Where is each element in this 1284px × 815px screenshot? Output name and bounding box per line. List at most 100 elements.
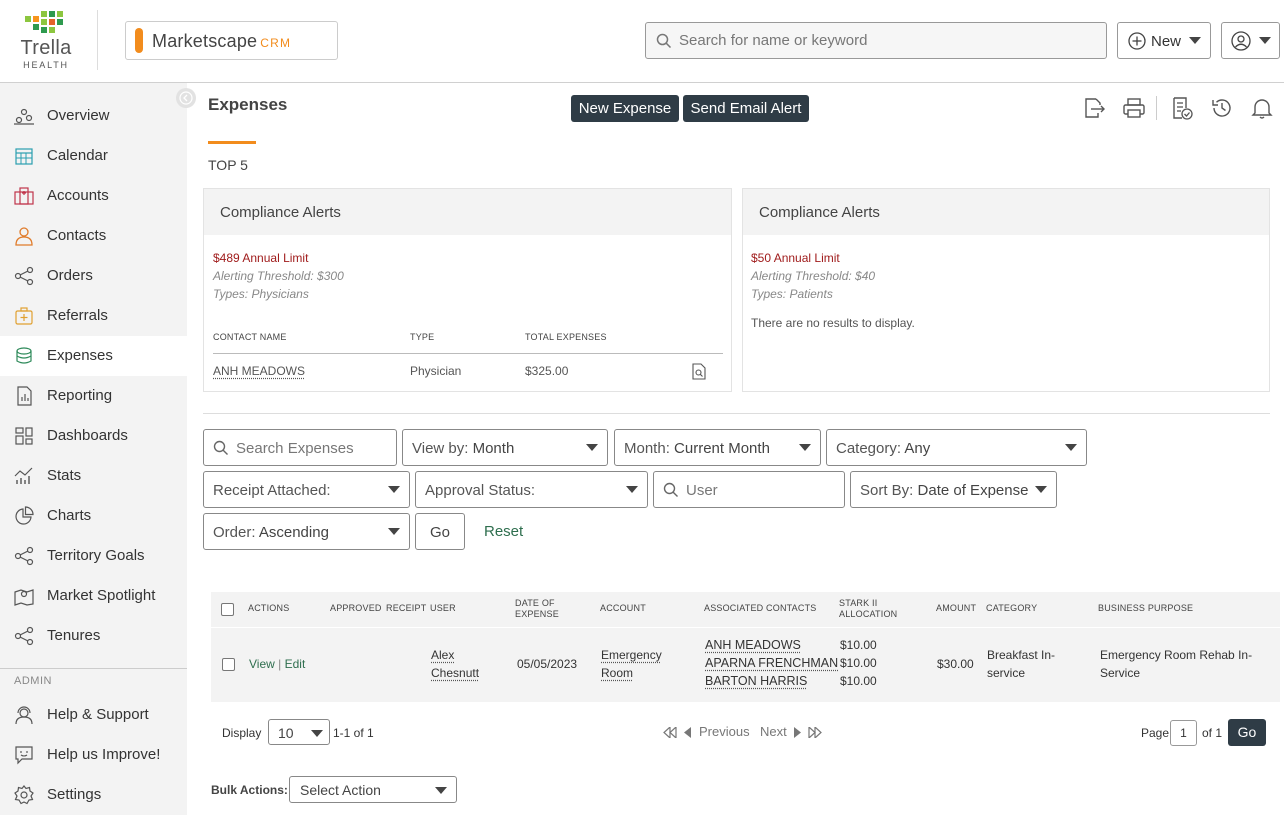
per-page-select[interactable]: 10 [268,719,330,745]
export-icon[interactable] [1082,96,1106,120]
sidebar-item-referrals[interactable]: Referrals [0,296,187,336]
sidebar-item-stats[interactable]: Stats [0,456,187,496]
global-search[interactable] [645,22,1107,59]
sidebar-item-settings[interactable]: Settings [0,775,187,815]
collapse-sidebar-button[interactable] [176,88,196,108]
feedback-icon [15,746,33,765]
associated-contact-link[interactable]: ANH MEADOWS [705,638,801,652]
sidebar-item-territory-goals[interactable]: Territory Goals [0,536,187,576]
per-page-value: 10 [278,725,294,741]
display-label: Display [222,726,262,740]
next-page-icon[interactable] [794,727,802,738]
header-divider [97,10,98,70]
toolbar-divider [1156,96,1157,120]
search-icon [213,440,228,455]
search-icon [663,482,678,497]
chevron-down-icon [1035,486,1047,493]
sidebar-item-orders[interactable]: Orders [0,256,187,296]
sidebar-item-help-support[interactable]: Help & Support [0,695,187,735]
view-by-value: Month [472,440,515,457]
view-link[interactable]: View [249,657,275,671]
reset-filters-link[interactable]: Reset [484,523,523,540]
sidebar-item-label: Overview [47,107,110,124]
sort-by-select[interactable]: Sort By: Date of Expense [850,471,1057,508]
associated-contact-link[interactable]: BARTON HARRIS [705,674,807,688]
sort-by-value: Date of Expense [917,482,1029,499]
sidebar-item-help-improve[interactable]: Help us Improve! [0,735,187,775]
column-header-approved: APPROVED [330,603,382,613]
sidebar-item-reporting[interactable]: Reporting [0,376,187,416]
sidebar-item-tenures[interactable]: Tenures [0,616,187,656]
sidebar-item-label: Contacts [47,227,107,244]
approval-checklist-icon[interactable] [1170,96,1194,120]
charts-icon [15,506,34,525]
search-icon [656,33,672,49]
account-line2: Room [601,666,634,680]
user-search-field[interactable]: User [653,471,845,508]
row-actions: View | Edit [249,655,305,673]
referrals-icon [15,307,33,325]
print-icon[interactable] [1122,96,1146,120]
sidebar-item-expenses[interactable]: Expenses [0,336,187,376]
product-brand[interactable]: Marketscape CRM [125,21,338,60]
previous-page-icon[interactable] [683,727,691,738]
new-button-label: New [1151,33,1182,50]
sidebar-item-market-spotlight[interactable]: Market Spotlight [0,576,187,616]
row-select-checkbox[interactable] [222,658,235,671]
category-select[interactable]: Category: Any [826,429,1087,466]
user-menu-button[interactable] [1221,22,1280,59]
go-to-page-button[interactable]: Go [1228,719,1266,746]
next-page-link[interactable]: Next [760,724,787,739]
sidebar-item-accounts[interactable]: Accounts [0,176,187,216]
action-separator: | [278,657,282,671]
view-document-icon[interactable] [692,363,706,380]
page-number-input[interactable]: 1 [1170,720,1197,746]
contact-total-expenses: $325.00 [525,364,569,378]
column-header-date-line1: DATE OF [515,598,555,608]
first-page-icon[interactable] [663,727,677,738]
search-expenses-field[interactable]: Search Expenses [203,429,397,466]
associated-contact-link[interactable]: APARNA FRENCHMAN [705,656,838,670]
edit-link[interactable]: Edit [285,657,306,671]
new-expense-button[interactable]: New Expense [571,95,679,122]
sidebar-item-overview[interactable]: Overview [0,96,187,136]
select-all-checkbox[interactable] [221,603,234,616]
row-user[interactable]: Alex Chesnutt [431,646,479,682]
history-icon[interactable] [1210,96,1234,120]
trella-logo[interactable]: Trella HEALTH [14,11,78,71]
sidebar-item-contacts[interactable]: Contacts [0,216,187,256]
orders-icon [14,266,34,286]
previous-page-link[interactable]: Previous [699,724,750,739]
view-by-select[interactable]: View by: Month [402,429,608,466]
sidebar-item-label: Orders [47,267,93,284]
chevron-down-icon [435,787,447,794]
brand-bar-icon [135,28,143,53]
result-range: 1-1 of 1 [333,726,374,740]
territory-goals-icon [14,546,34,566]
sidebar-item-calendar[interactable]: Calendar [0,136,187,176]
apply-filters-go-button[interactable]: Go [415,513,465,550]
send-email-alert-button[interactable]: Send Email Alert [683,95,809,122]
month-select[interactable]: Month: Current Month [614,429,821,466]
stark-allocation-value: $10.00 [840,656,877,670]
sidebar-item-label: Accounts [47,187,109,204]
page-label: Page [1141,726,1170,740]
user-placeholder: User [686,482,718,499]
last-page-icon[interactable] [808,727,822,738]
receipt-attached-select[interactable]: Receipt Attached: [203,471,410,508]
bulk-actions-select[interactable]: Select Action [289,776,457,803]
notifications-bell-icon[interactable] [1250,96,1274,120]
compliance-alert-card: Compliance Alerts $50 Annual Limit Alert… [742,188,1270,392]
sidebar-item-dashboards[interactable]: Dashboards [0,416,187,456]
column-header-category: CATEGORY [986,603,1038,613]
month-value: Current Month [674,440,770,457]
contact-name-link[interactable]: ANH MEADOWS [213,364,305,378]
approval-status-select[interactable]: Approval Status: [415,471,648,508]
tab-top5[interactable]: TOP 5 [208,157,248,173]
sidebar-item-charts[interactable]: Charts [0,496,187,536]
new-button[interactable]: New [1117,22,1211,59]
order-select[interactable]: Order: Ascending [203,513,410,550]
global-search-input[interactable] [679,23,1099,58]
row-account[interactable]: Emergency Room [601,646,662,682]
column-header-stark-allocation: STARK II ALLOCATION [839,598,897,620]
